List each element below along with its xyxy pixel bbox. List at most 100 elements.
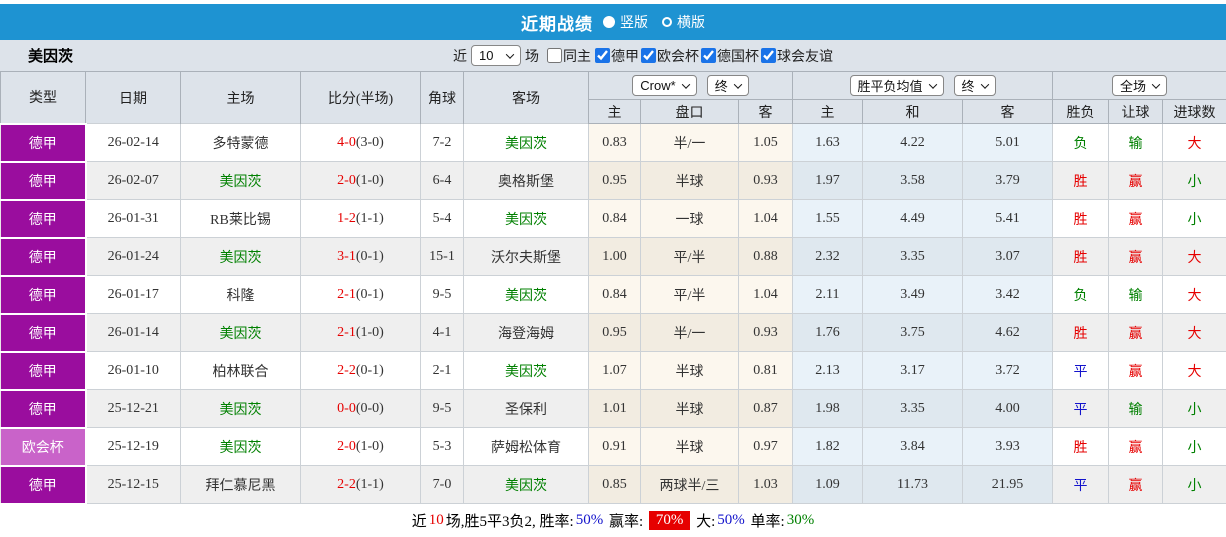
result-goals-cell: 小: [1162, 161, 1226, 200]
recent-count-select[interactable]: 10: [471, 45, 521, 66]
result-handicap-cell: 赢: [1108, 465, 1164, 504]
avg-away-cell: 4.00: [961, 389, 1054, 428]
checkbox-input[interactable]: [595, 48, 610, 63]
recent-label: 近: [453, 49, 467, 65]
table-row: 德甲 26-02-07 美因茨 2-0(1-0) 6-4 奥格斯堡 0.95 半球 0.93 1.…: [0, 160, 1226, 201]
filter-checkbox-1[interactable]: 德甲: [595, 46, 639, 66]
filter-checkbox-0[interactable]: 同主: [547, 46, 591, 66]
subheader-odds-home: 主: [588, 99, 641, 124]
table-row: 德甲 25-12-15 拜仁慕尼黑 2-2(1-1) 7-0 美因茨 0.85 两球半/三 1.…: [0, 464, 1226, 505]
col-header-away: 客场: [463, 71, 589, 124]
odds-away-cell: 1.04: [738, 199, 793, 238]
checkbox-input[interactable]: [761, 48, 776, 63]
avg-group-header: 胜平负均值 终: [791, 71, 1054, 100]
avg-draw-cell: 3.58: [862, 161, 963, 200]
result-handicap-cell: 输: [1108, 389, 1164, 428]
away-team-name: 美因茨: [505, 364, 547, 380]
away-team-name: 美因茨: [505, 478, 547, 494]
avg-draw-cell: 11.73: [862, 465, 963, 504]
corners-cell: 4-1: [420, 313, 464, 352]
result-goals-cell: 小: [1162, 389, 1226, 428]
avg-home-cell: 2.32: [792, 237, 863, 276]
type-cell: 德甲: [0, 198, 87, 239]
handicap-cell: 半球: [640, 161, 739, 200]
home-team-cell: 美因茨: [180, 427, 301, 466]
summary-segment: 70%: [648, 510, 691, 530]
avg-home-cell: 2.11: [792, 275, 863, 314]
layout-radio-group: 竖版 横版: [603, 12, 705, 32]
subheader-avg-draw: 和: [862, 99, 963, 124]
halftime-score: (1-1): [355, 210, 384, 226]
result-scope-select[interactable]: 全场: [1112, 75, 1168, 96]
handicap-cell: 半球: [640, 389, 739, 428]
away-team-cell: 美因茨: [463, 351, 589, 390]
result-scope-select-value: 全场: [1120, 79, 1147, 94]
odds-away-cell: 1.04: [738, 275, 793, 314]
home-team-name: 美因茨: [219, 326, 262, 342]
home-team-cell: 柏林联合: [180, 351, 301, 390]
date-cell: 26-01-14: [85, 313, 181, 352]
avg-away-cell: 5.41: [961, 199, 1054, 238]
filter-checkbox-2[interactable]: 欧会杯: [641, 46, 699, 66]
type-cell: 欧会杯: [0, 426, 87, 467]
layout-option-unselected[interactable]: 横版: [662, 12, 705, 32]
corners-cell: 7-2: [420, 123, 464, 162]
corners-cell: 5-4: [420, 199, 464, 238]
summary-segment: 赢率:: [605, 513, 647, 530]
layout-option-selected[interactable]: 竖版: [603, 12, 648, 32]
avg-draw-cell: 3.84: [862, 427, 963, 466]
checkbox-label: 球会友谊: [777, 49, 833, 65]
type-cell: 德甲: [0, 350, 87, 391]
home-team-cell: 美因茨: [180, 313, 301, 352]
bookmaker-select[interactable]: Crow*: [632, 75, 697, 96]
avg-away-cell: 3.93: [961, 427, 1054, 466]
date-cell: 26-01-17: [85, 275, 181, 314]
avg-time-select[interactable]: 终: [953, 75, 996, 96]
home-team-name: 美因茨: [219, 174, 262, 190]
result-handicap-cell: 赢: [1108, 427, 1164, 466]
home-team-name: 柏林联合: [212, 364, 269, 380]
checkbox-label: 德甲: [611, 49, 639, 65]
result-goals-cell: 小: [1162, 427, 1226, 466]
subheader-odds-away: 客: [738, 99, 793, 124]
odds-away-cell: 0.93: [738, 161, 793, 200]
filter-checkbox-3[interactable]: 德国杯: [701, 46, 759, 66]
odds-time-select-value: 终: [714, 79, 728, 94]
home-team-name: 多特蒙德: [212, 136, 269, 152]
checkbox-input[interactable]: [547, 48, 562, 63]
radio-selected-icon[interactable]: [603, 16, 615, 28]
home-team-name: RB莱比锡: [210, 212, 271, 228]
checkbox-input[interactable]: [641, 48, 656, 63]
handicap-cell: 两球半/三: [640, 465, 739, 504]
chevron-down-icon: [733, 79, 742, 89]
avg-type-select[interactable]: 胜平负均值: [849, 75, 944, 96]
away-team-name: 奥格斯堡: [498, 174, 554, 190]
col-header-score: 比分(半场): [300, 71, 421, 124]
corners-cell: 6-4: [420, 161, 464, 200]
summary-segment: 场,胜5平3负2, 胜率:: [445, 513, 574, 530]
filter-checkbox-4[interactable]: 球会友谊: [761, 46, 833, 66]
result-goals-cell: 大: [1162, 237, 1226, 276]
handicap-cell: 半球: [640, 427, 739, 466]
avg-away-cell: 3.42: [961, 275, 1054, 314]
chevron-down-icon: [928, 79, 937, 89]
summary-segment: 50%: [717, 511, 745, 528]
checkbox-input[interactable]: [701, 48, 716, 63]
away-team-cell: 海登海姆: [463, 313, 589, 352]
odds-time-select[interactable]: 终: [706, 75, 749, 96]
odds-away-cell: 0.93: [738, 313, 793, 352]
date-cell: 26-01-10: [85, 351, 181, 390]
result-handicap-cell: 赢: [1108, 199, 1164, 238]
fulltime-score: 1-2: [337, 210, 356, 226]
odds-away-cell: 0.88: [738, 237, 793, 276]
handicap-cell: 一球: [640, 199, 739, 238]
radio-unselected-icon[interactable]: [662, 17, 672, 27]
avg-draw-cell: 4.22: [862, 123, 963, 162]
result-goals-cell: 大: [1162, 313, 1226, 352]
home-team-name: 美因茨: [219, 250, 262, 266]
score-cell: 0-0(0-0): [300, 389, 421, 428]
home-team-name: 科隆: [226, 288, 255, 304]
subheader-result-goals: 进球数: [1162, 99, 1226, 124]
date-cell: 26-02-07: [85, 161, 181, 200]
fulltime-score: 2-0: [337, 438, 356, 454]
